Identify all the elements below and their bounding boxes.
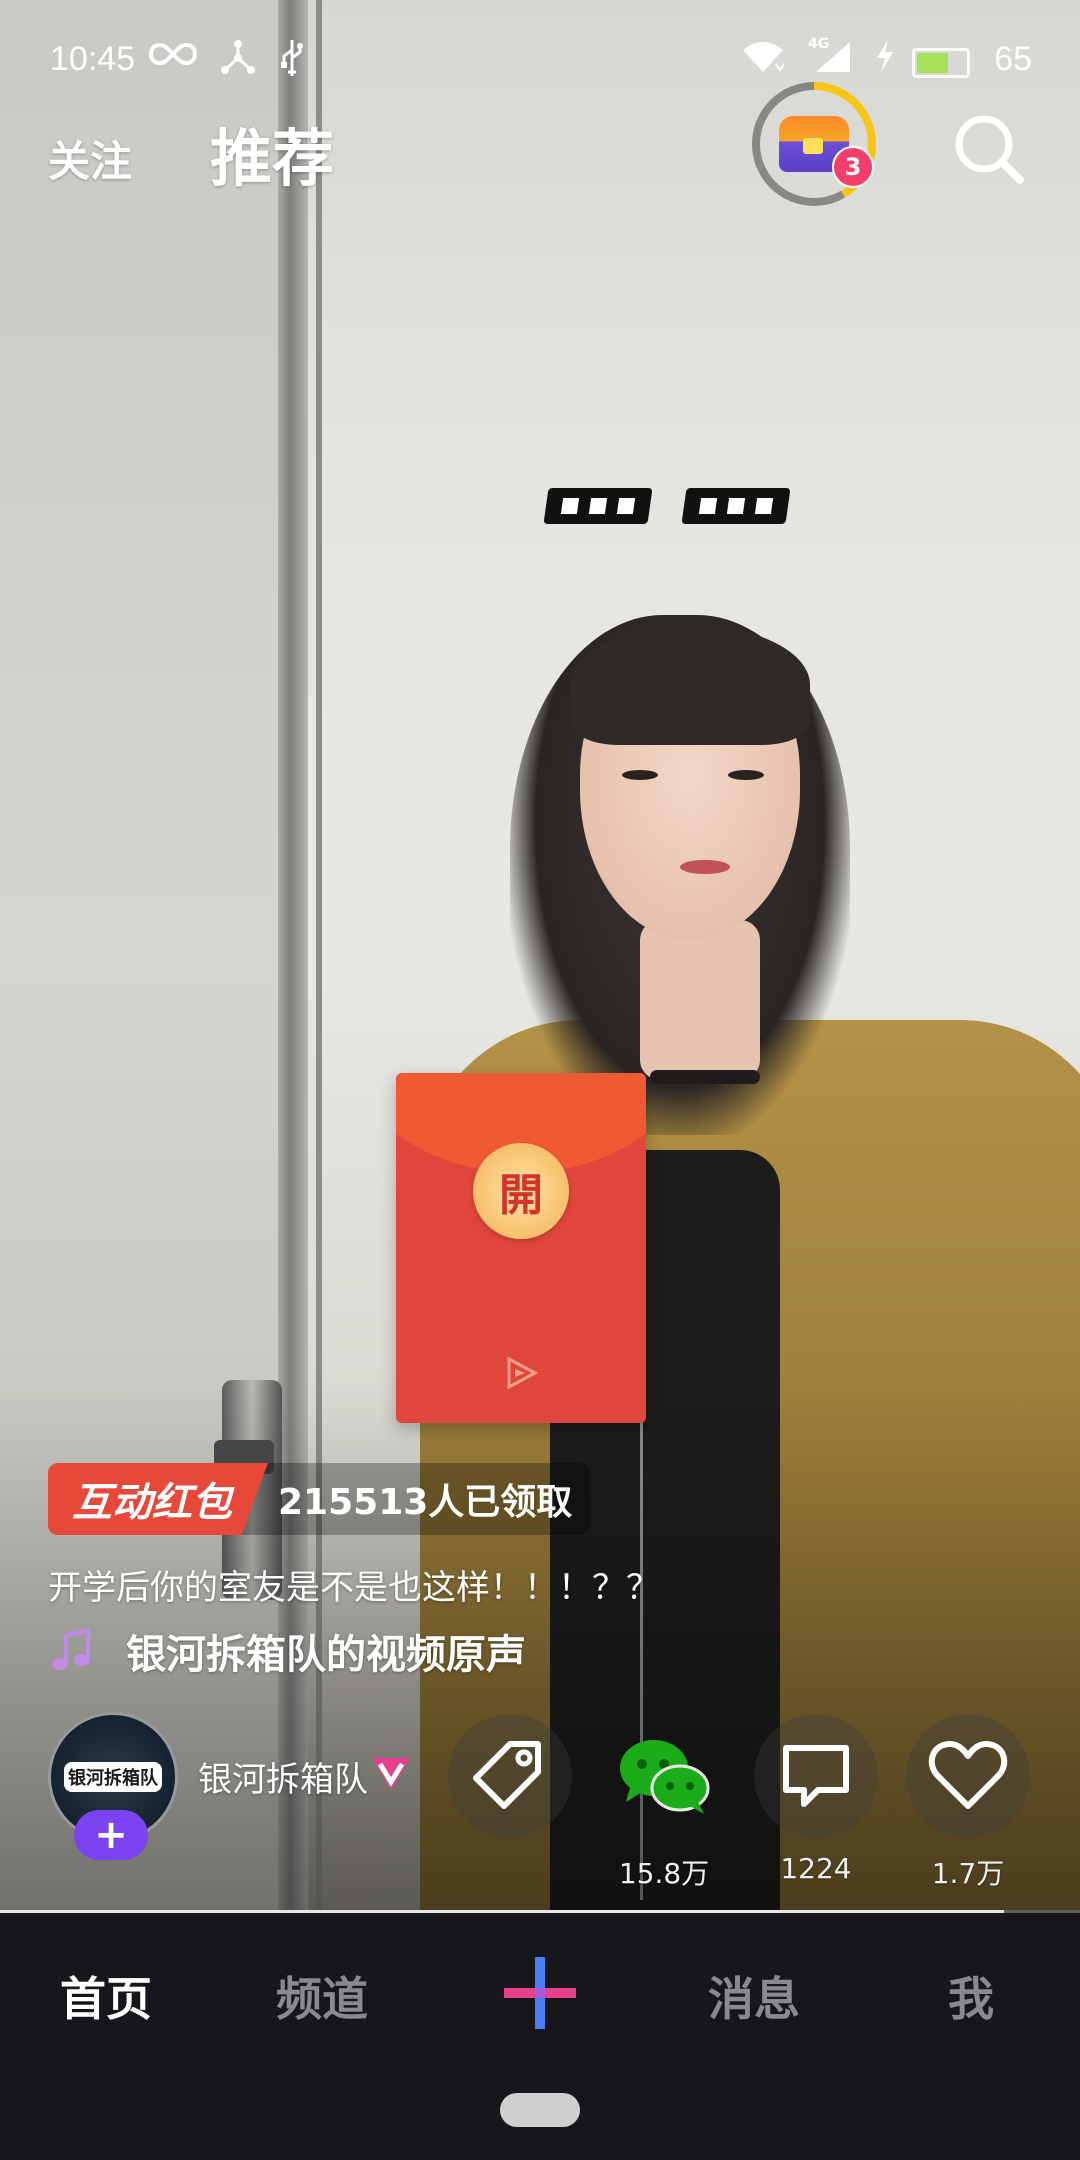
treasure-badge: 3 [832,146,874,188]
follow-button[interactable]: + [74,1810,148,1860]
red-envelope-open-button[interactable]: 開 [473,1143,569,1239]
redpacket-claimed-count: 215513人已领取 [278,1482,573,1523]
video-overlay-dots-left [543,488,653,524]
play-logo-icon [507,1356,539,1390]
nav-me[interactable]: 我 [948,1963,994,2029]
author-name[interactable]: 银河拆箱队 [198,1752,368,1801]
infinity-icon [148,38,198,78]
wechat-icon [620,1740,710,1814]
red-envelope-card[interactable]: 開 [396,1073,646,1423]
battery-percent: 65 [994,40,1032,78]
author-avatar-label: 银河拆箱队 [64,1762,162,1792]
heart-icon [928,1741,1008,1809]
tag-button[interactable] [448,1714,572,1838]
interactive-redpacket-banner[interactable]: 互动红包 215513人已领取 [48,1463,591,1535]
video-person-choker [650,1070,760,1084]
video-person-eye-left [622,770,658,780]
nav-channel[interactable]: 频道 [276,1963,368,2029]
status-bar: 10:45 4G 65 [0,0,1080,100]
wechat-share-button[interactable] [602,1714,726,1838]
share-count: 15.8万 [618,1857,710,1890]
like-button[interactable] [906,1714,1030,1838]
comment-count: 1224 [780,1852,852,1885]
search-button[interactable] [950,110,1030,190]
video-caption: 开学后你的室友是不是也这样！！！？？ [48,1568,660,1608]
bottom-navigation: 首页 频道 消息 我 [0,1913,1080,2160]
music-note-icon [52,1628,90,1670]
usb-icon [278,38,306,87]
redpacket-tag: 互动红包 [48,1463,268,1535]
nav-home[interactable]: 首页 [60,1963,152,2029]
create-plus-button[interactable] [502,1955,578,2031]
wifi-icon [740,38,786,83]
chest-play-icon [803,138,823,154]
comment-icon [783,1745,849,1807]
video-person-bangs [570,625,810,745]
tab-follow[interactable]: 关注 [48,128,132,189]
screen: 10:45 4G 65 关注 推荐 3 開 互动红包 215513人已领取 开学… [0,0,1080,2160]
battery-icon [912,48,970,78]
video-person-eye-right [728,770,764,780]
status-time: 10:45 [50,40,136,78]
nav-messages[interactable]: 消息 [708,1963,800,2029]
video-person-lips [680,860,730,874]
home-indicator[interactable] [500,2093,580,2127]
music-row[interactable]: 银河拆箱队的视频原声 [48,1622,546,1680]
tab-recommend[interactable]: 推荐 [210,108,334,198]
video-overlay-dots-right [681,488,791,524]
search-icon [955,115,1024,184]
charging-bolt-icon [874,38,896,83]
music-title: 银河拆箱队的视频原声 [126,1632,526,1678]
battery-level-fill [917,53,948,73]
comment-button[interactable] [754,1714,878,1838]
verified-v-icon [372,1758,410,1790]
like-count: 1.7万 [931,1857,1005,1890]
tag-icon [473,1741,541,1809]
cell-signal-icon [812,38,852,83]
video-person-neck [640,920,760,1080]
hotspot-share-icon [218,38,258,87]
